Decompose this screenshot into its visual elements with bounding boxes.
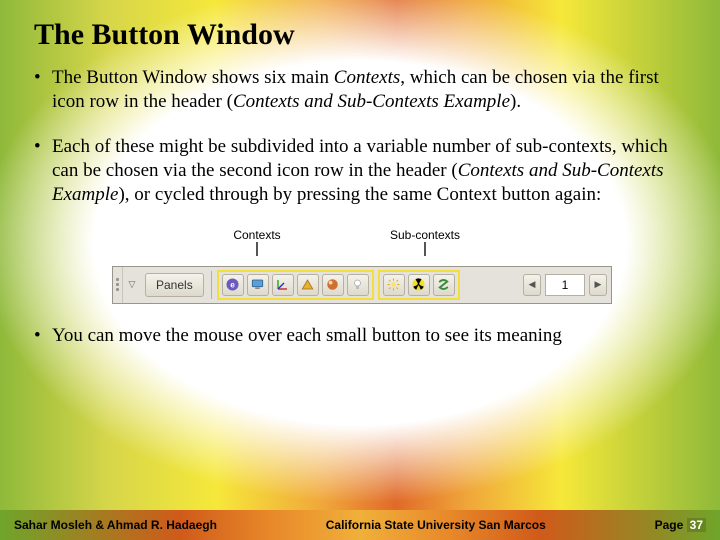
subcontext-script-button[interactable] bbox=[433, 274, 455, 296]
drag-grip[interactable] bbox=[113, 267, 123, 303]
triangle-icon bbox=[300, 277, 315, 292]
footer-page-number: 37 bbox=[687, 518, 706, 532]
footer-page: Page 37 bbox=[655, 518, 706, 532]
spinner-next-button[interactable]: ▶ bbox=[589, 274, 607, 296]
context-object-button[interactable] bbox=[272, 274, 294, 296]
bullet-1-italic-contexts: Contexts bbox=[334, 67, 401, 88]
radiation-icon bbox=[411, 277, 426, 292]
lightbulb-icon bbox=[350, 277, 365, 292]
callout-subcontexts-label: Sub-contexts bbox=[390, 228, 460, 242]
context-edit-button[interactable] bbox=[297, 274, 319, 296]
sun-icon bbox=[386, 277, 401, 292]
subcontexts-group bbox=[378, 270, 460, 300]
subcontext-radiation-button[interactable] bbox=[408, 274, 430, 296]
callout-contexts-label: Contexts bbox=[233, 228, 280, 242]
globe-e-icon: e bbox=[225, 277, 240, 292]
footer-page-label: Page bbox=[655, 518, 684, 532]
bullet-3: You can move the mouse over each small b… bbox=[34, 324, 686, 348]
button-window-toolbar: ▽ Panels e bbox=[112, 266, 612, 304]
svg-text:e: e bbox=[230, 281, 235, 290]
bullet-2: Each of these might be subdivided into a… bbox=[34, 135, 686, 208]
slide-title: The Button Window bbox=[34, 18, 686, 52]
snake-script-icon bbox=[436, 277, 451, 292]
context-render-button[interactable]: e bbox=[222, 274, 244, 296]
contexts-group: e bbox=[217, 270, 374, 300]
bullet-1-text-a: The Button Window shows six main bbox=[52, 67, 334, 88]
panels-button[interactable]: Panels bbox=[145, 273, 204, 297]
frame-spinner: ◀ 1 ▶ bbox=[523, 273, 607, 297]
bullet-1-text-e: ). bbox=[510, 91, 521, 112]
context-scene-button[interactable] bbox=[247, 274, 269, 296]
footer-institution: California State University San Marcos bbox=[326, 518, 546, 532]
slide-footer: Sahar Mosleh & Ahmad R. Hadaegh Californ… bbox=[0, 510, 720, 540]
footer-authors: Sahar Mosleh & Ahmad R. Hadaegh bbox=[14, 518, 217, 532]
context-light-button[interactable] bbox=[347, 274, 369, 296]
axes-icon bbox=[275, 277, 290, 292]
subcontext-lamp-button[interactable] bbox=[383, 274, 405, 296]
bullet-1: The Button Window shows six main Context… bbox=[34, 66, 686, 115]
toolbar-callouts: Contexts Sub-contexts bbox=[112, 228, 612, 266]
separator bbox=[211, 271, 212, 299]
spinner-prev-button[interactable]: ◀ bbox=[523, 274, 541, 296]
context-material-button[interactable] bbox=[322, 274, 344, 296]
bullet-1-italic-example: Contexts and Sub-Contexts Example bbox=[233, 91, 510, 112]
sphere-icon bbox=[325, 277, 340, 292]
toolbar-menu-dropdown[interactable]: ▽ bbox=[123, 267, 141, 303]
callout-stem-icon bbox=[256, 242, 258, 256]
callout-stem-icon bbox=[424, 242, 426, 256]
callout-subcontexts: Sub-contexts bbox=[380, 228, 470, 256]
monitor-icon bbox=[250, 277, 265, 292]
spinner-value[interactable]: 1 bbox=[545, 274, 585, 296]
callout-contexts: Contexts bbox=[222, 228, 292, 256]
bullet-2-text-c: ), or cycled through by pressing the sam… bbox=[118, 184, 601, 205]
